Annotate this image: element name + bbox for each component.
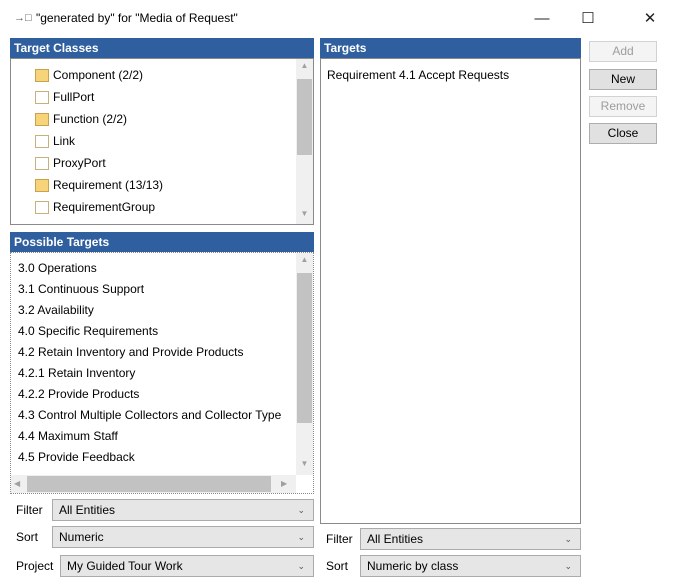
folder-empty-icon xyxy=(35,200,49,214)
possible-targets-list[interactable]: 3.0 Operations 3.1 Continuous Support 3.2 … xyxy=(10,252,314,494)
scroll-right-icon[interactable]: ▶ xyxy=(281,479,287,488)
left-filter-value: All Entities xyxy=(59,503,116,517)
target-item[interactable]: Requirement 4.1 Accept Requests xyxy=(327,64,509,86)
maximize-icon: ☐ xyxy=(581,10,595,27)
target-class-item[interactable]: RequirementGroup xyxy=(35,196,163,218)
folder-empty-icon xyxy=(35,156,49,170)
targets-list[interactable]: Requirement 4.1 Accept Requests xyxy=(320,58,581,524)
targets-sort-value: Numeric by class xyxy=(367,559,459,573)
scroll-up-icon[interactable]: ▲ xyxy=(296,61,313,70)
scroll-up-icon[interactable]: ▲ xyxy=(296,255,313,264)
left-sort-value: Numeric xyxy=(59,530,104,544)
target-class-item[interactable]: ProxyPort xyxy=(35,152,163,174)
possible-targets-header: Possible Targets xyxy=(10,232,314,252)
left-sort-select[interactable]: Numeric ⌄ xyxy=(52,526,314,548)
chevron-down-icon: ⌄ xyxy=(297,561,305,571)
chevron-down-icon: ⌄ xyxy=(297,505,305,515)
minimize-icon: — xyxy=(534,9,550,27)
target-class-label: Component (2/2) xyxy=(53,68,144,82)
title-bar: →□ "generated by" for "Media of Request"… xyxy=(0,0,673,36)
minimize-button[interactable]: — xyxy=(519,0,565,36)
close-window-button[interactable]: ✕ xyxy=(627,0,673,36)
possible-target-item[interactable]: 3.2 Availability xyxy=(18,300,298,321)
new-button[interactable]: New xyxy=(589,69,657,90)
remove-button[interactable]: Remove xyxy=(589,96,657,117)
possible-targets-hscrollbar[interactable]: ◀ ▶ xyxy=(11,475,296,493)
chevron-down-icon: ⌄ xyxy=(564,561,572,571)
targets-filter-label: Filter xyxy=(326,532,353,546)
window-title: "generated by" for "Media of Request" xyxy=(36,11,238,25)
targets-sort-select[interactable]: Numeric by class ⌄ xyxy=(360,555,581,577)
scroll-left-icon[interactable]: ◀ xyxy=(14,479,20,488)
project-select[interactable]: My Guided Tour Work ⌄ xyxy=(60,555,314,577)
target-class-item[interactable]: Link xyxy=(35,130,163,152)
window-icon: →□ xyxy=(14,12,32,24)
chevron-down-icon: ⌄ xyxy=(564,534,572,544)
folder-filled-icon xyxy=(35,68,49,82)
possible-target-item[interactable]: 4.3 Control Multiple Collectors and Coll… xyxy=(18,405,298,426)
target-class-label: ProxyPort xyxy=(53,156,106,170)
scroll-thumb[interactable] xyxy=(297,273,312,423)
targets-sort-label: Sort xyxy=(326,559,349,573)
target-class-item[interactable]: Requirement (13/13) xyxy=(35,174,163,196)
targets-filter-value: All Entities xyxy=(367,532,424,546)
filter-label: Filter xyxy=(16,503,43,517)
target-class-label: Requirement (13/13) xyxy=(53,178,164,192)
target-class-label: FullPort xyxy=(53,90,95,104)
possible-target-item[interactable]: 4.5 Provide Feedback xyxy=(18,447,298,468)
possible-target-item[interactable]: 4.2 Retain Inventory and Provide Product… xyxy=(18,342,298,363)
target-class-item[interactable]: Function (2/2) xyxy=(35,108,163,130)
left-filter-select[interactable]: All Entities ⌄ xyxy=(52,499,314,521)
sort-label: Sort xyxy=(16,530,39,544)
scroll-down-icon[interactable]: ▼ xyxy=(296,209,313,218)
hscroll-thumb[interactable] xyxy=(27,476,271,492)
target-class-item[interactable]: Component (2/2) xyxy=(35,64,163,86)
chevron-down-icon: ⌄ xyxy=(297,532,305,542)
scroll-down-icon[interactable]: ▼ xyxy=(296,459,313,468)
targets-filter-select[interactable]: All Entities ⌄ xyxy=(360,528,581,550)
project-value: My Guided Tour Work xyxy=(67,559,183,573)
scroll-thumb[interactable] xyxy=(297,79,312,155)
possible-target-item[interactable]: 3.0 Operations xyxy=(18,258,298,279)
target-classes-scrollbar[interactable]: ▲ ▼ xyxy=(296,59,313,224)
possible-targets-vscrollbar[interactable]: ▲ ▼ xyxy=(296,253,313,475)
close-icon: ✕ xyxy=(643,10,657,27)
folder-filled-icon xyxy=(35,178,49,192)
possible-target-item[interactable]: 4.2.1 Retain Inventory xyxy=(18,363,298,384)
folder-empty-icon xyxy=(35,90,49,104)
maximize-button[interactable]: ☐ xyxy=(565,0,611,36)
project-label: Project xyxy=(16,559,54,573)
folder-filled-icon xyxy=(35,112,49,126)
target-classes-list[interactable]: Component (2/2) FullPort Function (2/2) Lin… xyxy=(10,58,314,225)
target-class-label: Function (2/2) xyxy=(53,112,128,126)
add-button[interactable]: Add xyxy=(589,41,657,62)
folder-empty-icon xyxy=(35,134,49,148)
possible-target-item[interactable]: 4.4 Maximum Staff xyxy=(18,426,298,447)
possible-target-item[interactable]: 4.2.2 Provide Products xyxy=(18,384,298,405)
target-class-label: Link xyxy=(53,134,76,148)
target-classes-header: Target Classes xyxy=(10,38,314,58)
targets-header: Targets xyxy=(320,38,581,58)
close-button[interactable]: Close xyxy=(589,123,657,144)
target-class-label: RequirementGroup xyxy=(53,200,156,214)
possible-target-item[interactable]: 4.0 Specific Requirements xyxy=(18,321,298,342)
possible-target-item[interactable]: 3.1 Continuous Support xyxy=(18,279,298,300)
target-class-item[interactable]: FullPort xyxy=(35,86,163,108)
